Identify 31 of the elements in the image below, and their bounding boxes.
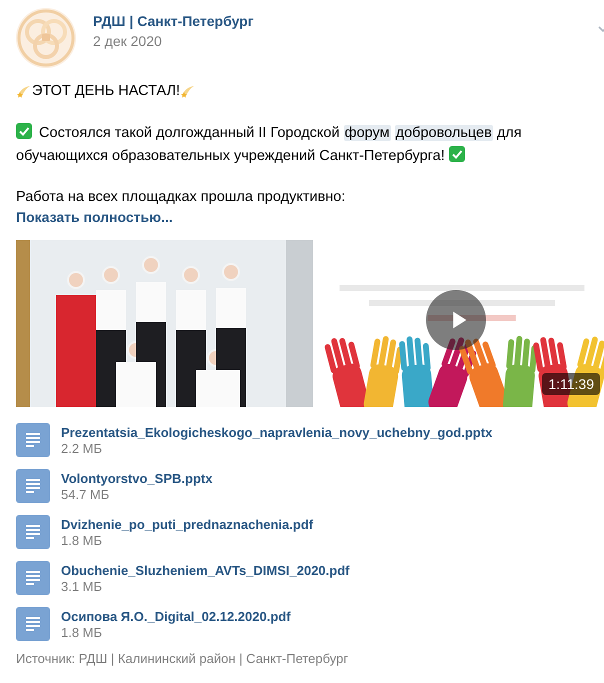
file-link[interactable]: Volontyorstvo_SPB.pptx	[61, 470, 212, 486]
document-icon[interactable]	[16, 515, 50, 549]
document-icon[interactable]	[16, 607, 50, 641]
file-size: 2.2 МБ	[61, 440, 104, 456]
file-size: 1.8 МБ	[61, 624, 104, 640]
check-icon	[16, 123, 32, 139]
file-size: 54.7 МБ	[61, 486, 110, 502]
source-text: Источник: РДШ | Калининский район | Санкт-Петербург	[16, 651, 350, 666]
post-headline: ЭТОТ ДЕНЬ НАСТАЛ!	[32, 83, 180, 99]
file-size: 1.8 МБ	[61, 532, 104, 548]
show-more-link[interactable]: Показать полностью...	[16, 209, 173, 225]
document-icon[interactable]	[16, 469, 50, 503]
post-text: Работа на всех площадках прошла продуктивно:	[16, 188, 346, 207]
sparkle-icon	[180, 83, 196, 99]
document-icon[interactable]	[16, 423, 50, 457]
play-button[interactable]	[426, 290, 486, 350]
sparkle-icon	[16, 83, 32, 99]
file-size: 3.1 МБ	[61, 578, 104, 594]
post-date[interactable]: 2 дек 2020	[93, 33, 254, 49]
file-link[interactable]: Prezentatsia_Ekologicheskogo_napravlenia_novy_uchebny_god.pptx	[61, 424, 492, 440]
check-icon	[448, 146, 465, 162]
file-link[interactable]: Obuchenie_Sluzheniem_AVTs_DIMSI_2020.pdf	[61, 562, 350, 578]
video-duration: 1:11:39	[542, 373, 600, 395]
post-paragraph: Состоялся такой долгожданный II Городской форум добровольцев для обучающихся образовательных учреждений Санкт-Петербурга!	[16, 122, 523, 166]
avatar-logo[interactable]	[16, 8, 76, 68]
file-link[interactable]: Осипова Я.О._Digital_02.12.2020.pdf	[61, 608, 291, 624]
document-icon[interactable]	[16, 561, 50, 595]
author-link[interactable]: РДШ | Санкт-Петербург	[93, 13, 254, 29]
hashtag-link[interactable]: добровольцев	[394, 125, 493, 141]
file-link[interactable]: Dvizhenie_po_puti_prednaznachenia.pdf	[61, 516, 314, 532]
hashtag-link[interactable]: форум	[344, 125, 391, 141]
